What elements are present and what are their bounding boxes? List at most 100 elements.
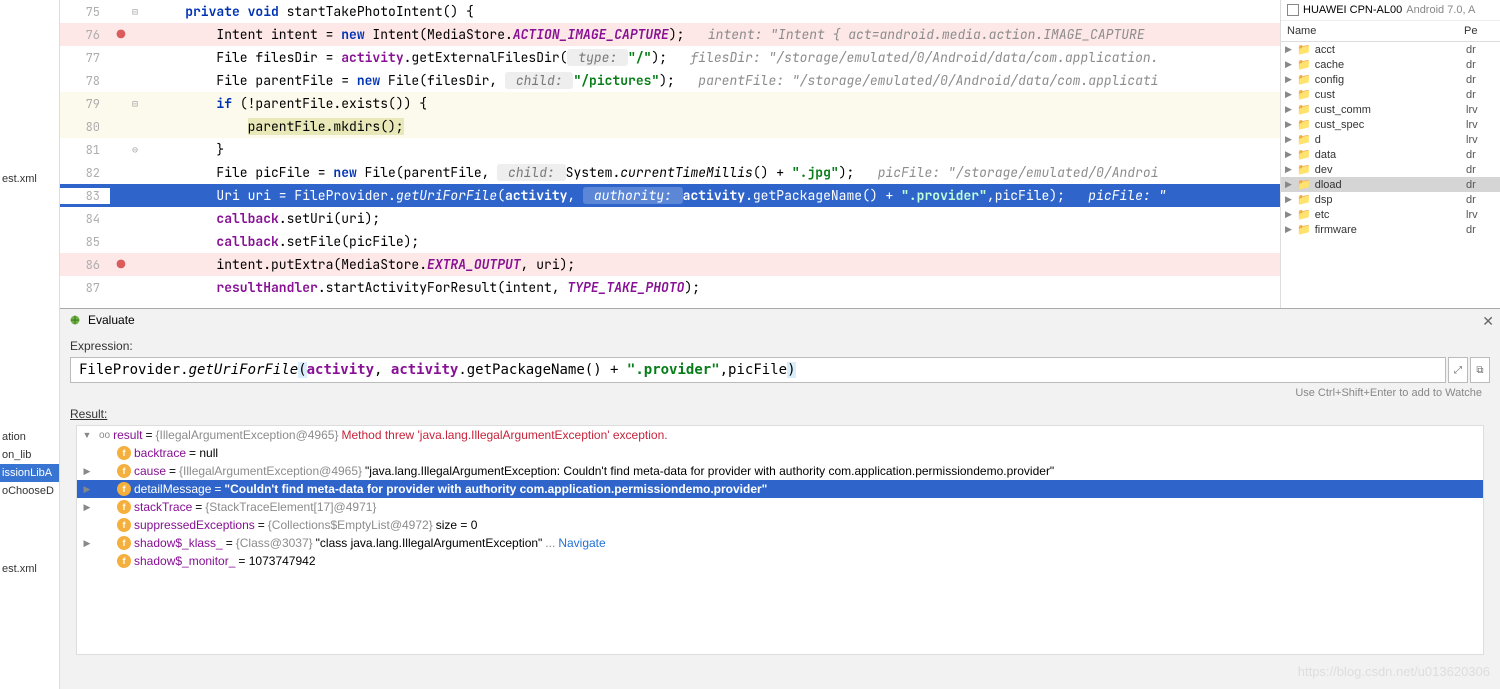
arrow-icon: ▶ (1285, 209, 1297, 220)
fs-row[interactable]: ▶📁dspdr (1281, 192, 1500, 207)
result-label: Result: (70, 407, 1490, 421)
fs-row[interactable]: ▶📁custdr (1281, 87, 1500, 102)
file-item[interactable]: issionLibA (0, 464, 59, 482)
arrow-icon: ▶ (1285, 149, 1297, 160)
fs-header: NamePe (1281, 21, 1500, 42)
folder-icon: 📁 (1297, 103, 1311, 116)
bug-icon (68, 313, 82, 327)
fs-row[interactable]: ▶📁configdr (1281, 72, 1500, 87)
close-icon[interactable]: ✕ (1482, 313, 1494, 330)
fold-icon[interactable]: ⊟ (132, 97, 148, 110)
device-os: Android 7.0, A (1406, 4, 1475, 16)
expression-label: Expression: (70, 339, 1490, 353)
arrow-icon[interactable]: ▶ (81, 466, 93, 477)
fold-icon[interactable]: ⊖ (132, 143, 148, 156)
result-row[interactable]: ▼oo result = {IllegalArgumentException@4… (77, 426, 1483, 444)
line-number: 75 (60, 4, 110, 20)
result-tree[interactable]: ▼oo result = {IllegalArgumentException@4… (76, 425, 1484, 655)
fs-row[interactable]: ▶📁cust_commlrv (1281, 102, 1500, 117)
folder-icon: 📁 (1297, 223, 1311, 236)
expression-input[interactable]: FileProvider.getUriForFile(activity, act… (70, 357, 1446, 383)
line-number: 82 (60, 165, 110, 181)
checkbox-icon[interactable] (1287, 4, 1299, 16)
folder-icon: 📁 (1297, 118, 1311, 131)
code-text[interactable]: File picFile = new File(parentFile, chil… (148, 164, 1159, 181)
folder-icon: 📁 (1297, 88, 1311, 101)
code-text[interactable]: callback.setUri(uri); (148, 210, 380, 227)
device-explorer[interactable]: HUAWEI CPN-AL00 Android 7.0, A NamePe ▶📁… (1280, 0, 1500, 308)
breakpoint-icon[interactable]: ● (117, 256, 125, 274)
fs-row[interactable]: ▶📁acctdr (1281, 42, 1500, 57)
field-icon: f (117, 500, 131, 514)
fs-row[interactable]: ▶📁dloaddr (1281, 177, 1500, 192)
folder-icon: 📁 (1297, 193, 1311, 206)
field-icon: f (117, 464, 131, 478)
code-editor[interactable]: 75 ⊟ private void startTakePhotoIntent() … (60, 0, 1280, 308)
evaluate-title: Evaluate (88, 313, 135, 327)
folder-icon: 📁 (1297, 133, 1311, 146)
fold-icon[interactable]: ⊟ (132, 5, 148, 18)
file-item[interactable]: est.xml (0, 560, 59, 578)
code-text[interactable]: callback.setFile(picFile); (148, 233, 419, 250)
code-text[interactable]: Uri uri = FileProvider.getUriForFile(act… (148, 187, 1166, 204)
code-text[interactable]: File parentFile = new File(filesDir, chi… (148, 72, 1158, 89)
line-number: 85 (60, 234, 110, 250)
field-icon: f (117, 536, 131, 550)
device-name: HUAWEI CPN-AL00 (1303, 4, 1402, 16)
fs-row[interactable]: ▶📁cachedr (1281, 57, 1500, 72)
result-row[interactable]: ▶f cause = {IllegalArgumentException@496… (77, 462, 1483, 480)
code-text[interactable]: File filesDir = activity.getExternalFile… (148, 49, 1158, 66)
field-icon: f (117, 518, 131, 532)
arrow-icon[interactable]: ▼ (81, 430, 93, 440)
field-icon: f (117, 446, 131, 460)
arrow-icon[interactable]: ▶ (81, 502, 93, 513)
result-row[interactable]: ▶f shadow$_klass_ = {Class@3037} "class … (77, 534, 1483, 552)
line-number: 76 (60, 27, 110, 43)
result-row[interactable]: f shadow$_monitor_ = 1073747942 (77, 552, 1483, 570)
fs-row[interactable]: ▶📁firmwaredr (1281, 222, 1500, 237)
result-row[interactable]: f suppressedExceptions = {Collections$Em… (77, 516, 1483, 534)
fs-row[interactable]: ▶📁dlrv (1281, 132, 1500, 147)
arrow-icon: ▶ (1285, 74, 1297, 85)
evaluate-panel: Evaluate ✕ Expression: FileProvider.getU… (60, 308, 1500, 689)
arrow-icon: ▶ (1285, 59, 1297, 70)
result-row[interactable]: f backtrace = null (77, 444, 1483, 462)
code-text[interactable]: resultHandler.startActivityForResult(int… (148, 279, 700, 296)
code-text[interactable]: if (!parentFile.exists()) { (148, 95, 427, 112)
file-item[interactable]: on_lib (0, 446, 59, 464)
fs-row[interactable]: ▶📁cust_speclrv (1281, 117, 1500, 132)
arrow-icon[interactable]: ▶ (81, 484, 93, 495)
arrow-icon[interactable]: ▶ (81, 538, 93, 549)
fs-row[interactable]: ▶📁datadr (1281, 147, 1500, 162)
project-tree-lower[interactable]: ation on_lib issionLibA oChooseD est.xml (0, 308, 60, 689)
result-row[interactable]: ▶f detailMessage = "Couldn't find meta-d… (77, 480, 1483, 498)
fs-row[interactable]: ▶📁etclrv (1281, 207, 1500, 222)
arrow-icon: ▶ (1285, 89, 1297, 100)
folder-icon: 📁 (1297, 163, 1311, 176)
code-text[interactable]: parentFile.mkdirs(); (148, 118, 404, 135)
code-text[interactable]: private void startTakePhotoIntent() { (148, 3, 474, 20)
file-item[interactable]: ation (0, 428, 59, 446)
history-button[interactable]: ⧉ (1470, 357, 1490, 383)
line-number: 80 (60, 119, 110, 135)
arrow-icon: ▶ (1285, 179, 1297, 190)
result-row[interactable]: ▶f stackTrace = {StackTraceElement[17]@4… (77, 498, 1483, 516)
file-item[interactable]: oChooseD (0, 482, 59, 500)
device-selector[interactable]: HUAWEI CPN-AL00 Android 7.0, A (1281, 0, 1500, 21)
navigate-link[interactable]: Navigate (558, 536, 605, 550)
line-number: 77 (60, 50, 110, 66)
field-icon: f (117, 554, 131, 568)
arrow-icon: ▶ (1285, 44, 1297, 55)
fs-row[interactable]: ▶📁devdr (1281, 162, 1500, 177)
arrow-icon: ▶ (1285, 224, 1297, 235)
arrow-icon: ▶ (1285, 194, 1297, 205)
project-tree-strip[interactable]: est.xml (0, 0, 60, 308)
expand-button[interactable]: ⤢ (1448, 357, 1468, 383)
code-text[interactable]: } (148, 141, 224, 158)
breakpoint-icon[interactable]: ● (117, 26, 125, 44)
file-item[interactable]: est.xml (0, 170, 59, 188)
folder-icon: 📁 (1297, 58, 1311, 71)
code-text[interactable]: Intent intent = new Intent(MediaStore.AC… (148, 26, 1145, 43)
code-text[interactable]: intent.putExtra(MediaStore.EXTRA_OUTPUT,… (148, 256, 575, 273)
shortcut-hint: Use Ctrl+Shift+Enter to add to Watche (70, 383, 1490, 403)
